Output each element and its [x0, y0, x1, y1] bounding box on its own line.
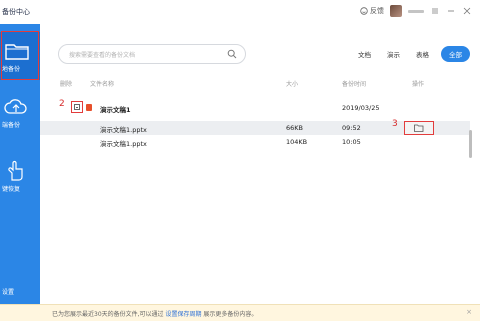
avatar[interactable] — [390, 5, 402, 17]
username-redacted — [408, 9, 424, 13]
file-size: 104KB — [286, 138, 308, 146]
ppt-icon — [86, 104, 92, 111]
header-delete: 删除 — [60, 81, 73, 88]
header-op: 操作 — [412, 81, 425, 88]
callout-number: 2 — [59, 99, 65, 109]
file-name: 演示文稿1.pptx — [100, 140, 147, 148]
footer-message: 已为您展示最近30天的备份文件,可以通过 设置保存周期 展示更多备份内容。 — [52, 309, 257, 318]
header-size: 大小 — [286, 81, 299, 88]
footer-text-pre: 已为您展示最近30天的备份文件,可以通过 — [52, 311, 164, 318]
file-size: 66KB — [286, 124, 303, 132]
group-name: 演示文稿1 — [100, 106, 131, 114]
collapse-icon[interactable] — [74, 104, 80, 110]
callout-box-1 — [1, 31, 39, 80]
search-box[interactable]: 搜索需要查看的备份文档 — [58, 44, 246, 64]
sidebar-item-restore[interactable]: 键恢复 — [0, 160, 40, 193]
file-time: 09:52 — [342, 124, 361, 132]
file-type-filters: 文档 演示 表格 全部 — [354, 46, 470, 62]
sidebar-item-label: 端备份 — [2, 122, 21, 129]
menu-icon[interactable] — [430, 6, 440, 16]
folder-open-icon — [414, 124, 424, 132]
titlebar-controls: 反馈 — [360, 5, 472, 17]
sidebar-item-label: 键恢复 — [2, 186, 21, 193]
filter-presentations[interactable]: 演示 — [383, 47, 404, 61]
filter-documents[interactable]: 文档 — [354, 47, 375, 61]
sidebar: 地备份 端备份 键恢复 设置 — [0, 24, 40, 304]
smile-icon — [360, 7, 368, 15]
sidebar-item-cloud-backup[interactable]: 端备份 — [0, 98, 40, 129]
group-date: 2019/03/25 — [342, 104, 380, 112]
retention-settings-link[interactable]: 设置保存周期 — [165, 311, 201, 318]
header-time: 备份时间 — [342, 81, 367, 88]
filter-spreadsheets[interactable]: 表格 — [412, 47, 433, 61]
filter-all[interactable]: 全部 — [441, 46, 470, 62]
callout-number: 3 — [392, 119, 398, 129]
scrollbar[interactable] — [469, 130, 472, 158]
close-icon[interactable] — [462, 6, 472, 16]
main-panel: 搜索需要查看的备份文档 文档 演示 表格 全部 删除 文件名称 大小 备份时间 … — [40, 24, 480, 304]
group-row[interactable]: 演示文稿1 2019/03/25 — [40, 99, 470, 117]
table-header: 删除 文件名称 大小 备份时间 操作 — [40, 76, 480, 90]
footer-notice: 已为您展示最近30天的备份文件,可以通过 设置保存周期 展示更多备份内容。 × — [0, 304, 480, 321]
file-time: 10:05 — [342, 138, 361, 146]
file-name: 演示文稿1.pptx — [100, 126, 147, 134]
footer-text-post: 展示更多备份内容。 — [203, 311, 258, 318]
settings-button[interactable]: 设置 — [2, 287, 14, 296]
feedback-button[interactable]: 反馈 — [360, 6, 384, 16]
open-folder-button[interactable] — [404, 121, 434, 135]
search-icon[interactable] — [227, 49, 237, 59]
search-placeholder: 搜索需要查看的备份文档 — [69, 52, 136, 59]
cloud-upload-icon — [4, 99, 27, 114]
app-title: 备份中心 — [2, 8, 30, 16]
feedback-label: 反馈 — [370, 7, 384, 15]
header-name: 文件名称 — [90, 81, 115, 88]
callout-box-2 — [71, 101, 83, 113]
close-notice-icon[interactable]: × — [466, 308, 472, 316]
minimize-icon[interactable] — [446, 6, 456, 16]
hand-icon — [8, 160, 23, 181]
title-bar: 备份中心 反馈 — [0, 0, 480, 24]
table-row[interactable]: 演示文稿1.pptx 104KB 10:05 — [40, 135, 470, 149]
